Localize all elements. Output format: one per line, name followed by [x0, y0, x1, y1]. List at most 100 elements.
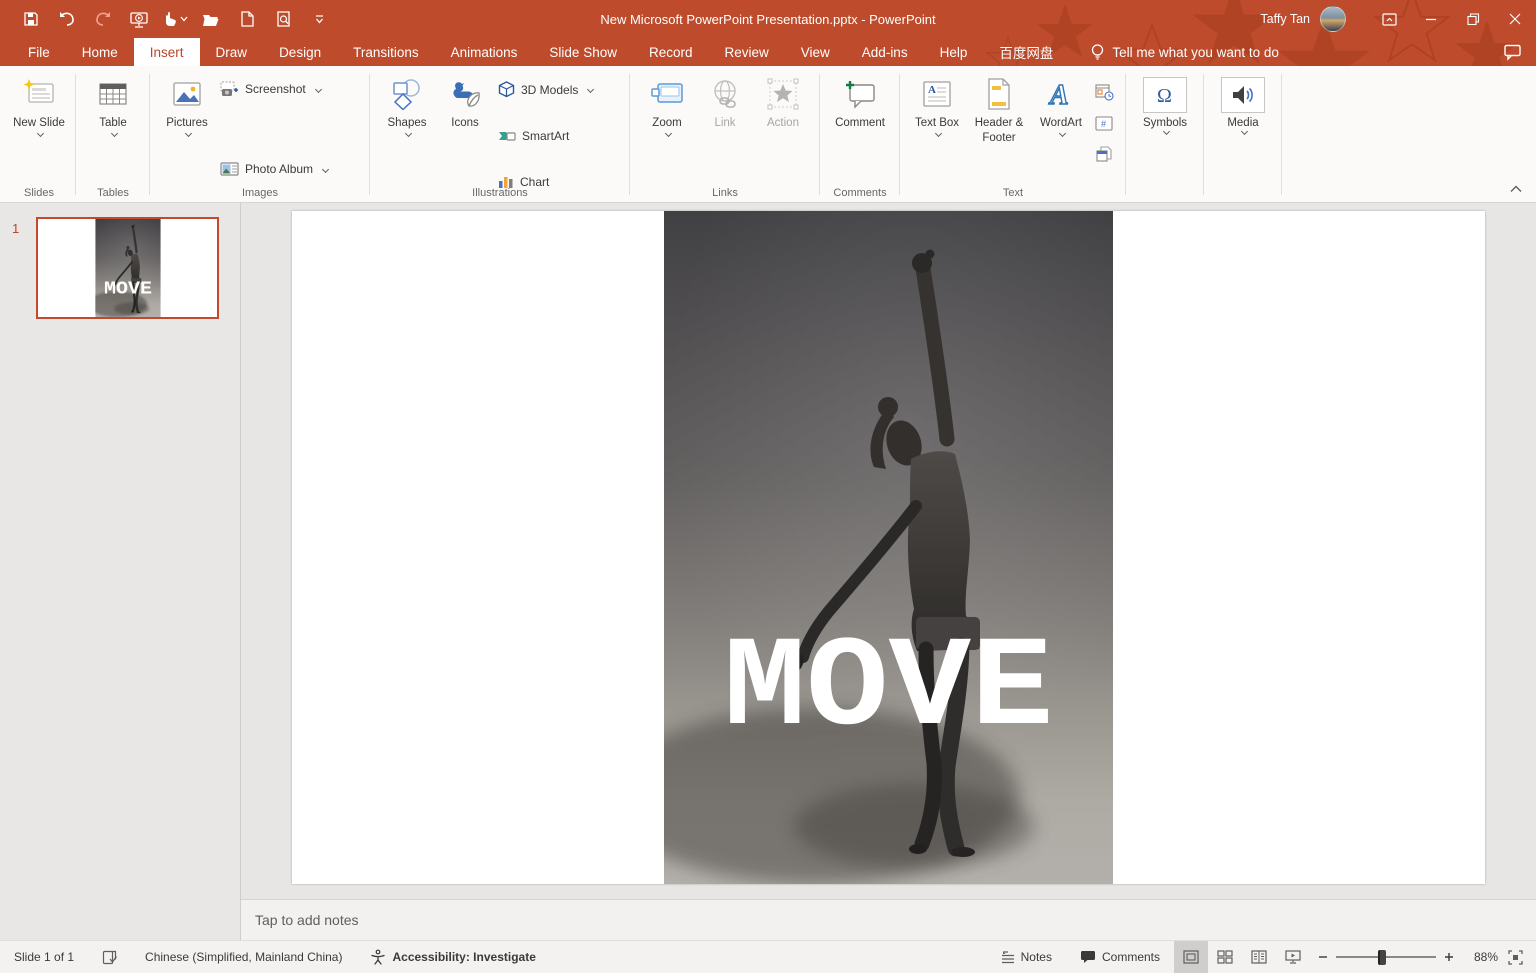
fit-to-window-icon [1507, 949, 1523, 965]
zoom-slider-handle[interactable] [1378, 949, 1386, 965]
svg-text:Ω: Ω [1157, 85, 1172, 107]
photo-album-button[interactable]: Photo Album [220, 161, 358, 177]
tab-transitions[interactable]: Transitions [337, 38, 435, 66]
smartart-label: SmartArt [522, 129, 570, 143]
comments-toggle-button[interactable]: Comments [1066, 941, 1174, 973]
start-slideshow-button[interactable] [122, 4, 156, 34]
comments-icon [1080, 951, 1095, 963]
shapes-button[interactable]: Shapes [378, 73, 436, 137]
minimize-button[interactable] [1410, 0, 1452, 38]
zoom-in-button[interactable] [1444, 952, 1454, 962]
header-footer-button[interactable]: Header & Footer [966, 73, 1032, 146]
table-label: Table [99, 117, 127, 129]
tab-review[interactable]: Review [709, 38, 785, 66]
action-button: Action [754, 73, 812, 131]
undo-button[interactable] [50, 4, 84, 34]
tab-insert[interactable]: Insert [133, 38, 200, 66]
zoom-out-button[interactable] [1318, 952, 1328, 962]
slide-show-button[interactable] [1276, 941, 1310, 973]
user-avatar[interactable] [1320, 6, 1346, 32]
zoom-button[interactable]: Zoom [638, 73, 696, 137]
tell-me-label: Tell me what you want to do [1112, 44, 1279, 60]
customize-quick-access-button[interactable] [302, 4, 336, 34]
date-time-icon [1094, 84, 1114, 101]
group-label-text: Text [1002, 187, 1024, 199]
tab-home[interactable]: Home [66, 38, 134, 66]
new-slide-button[interactable]: New Slide [10, 73, 68, 137]
group-label-images: Images [241, 187, 279, 199]
smartart-button[interactable]: SmartArt [498, 129, 618, 144]
slide-1[interactable] [292, 211, 1485, 884]
restore-button[interactable] [1452, 0, 1494, 38]
collapse-ribbon-button[interactable] [1510, 180, 1522, 198]
wordart-icon: A [1046, 75, 1076, 113]
language-button[interactable]: Chinese (Simplified, Mainland China) [131, 941, 356, 973]
tab-add-ins[interactable]: Add-ins [846, 38, 924, 66]
repeat-button[interactable] [86, 4, 120, 34]
chevron-down-icon [934, 129, 942, 137]
print-preview-button[interactable] [266, 4, 300, 34]
tab-baidu-netdisk[interactable]: 百度网盘 [983, 38, 1069, 66]
slide-thumbnail-1[interactable] [36, 217, 219, 319]
repeat-icon [96, 12, 110, 26]
slide-canvas[interactable] [241, 203, 1536, 899]
open-button[interactable] [194, 4, 228, 34]
spell-check-button[interactable] [88, 941, 131, 973]
notes-placeholder: Tap to add notes [255, 912, 359, 928]
tab-record[interactable]: Record [633, 38, 709, 66]
group-slides: New Slide Slides [2, 66, 76, 202]
new-file-button[interactable] [230, 4, 264, 34]
powerpoint-window: New Microsoft PowerPoint Presentation.pp… [0, 0, 1536, 973]
reading-view-button[interactable] [1242, 941, 1276, 973]
object-icon [1096, 145, 1112, 162]
zoom-percentage[interactable]: 88% [1462, 950, 1498, 964]
3d-models-button[interactable]: 3D Models [498, 81, 618, 98]
screenshot-icon [220, 81, 238, 96]
action-label: Action [767, 117, 799, 129]
text-box-label: Text Box [914, 117, 960, 129]
pictures-button[interactable]: Pictures [158, 73, 216, 137]
save-button[interactable] [14, 4, 48, 34]
symbols-button[interactable]: Ω Symbols [1134, 73, 1196, 136]
accessibility-checker-button[interactable]: Accessibility: Investigate [356, 941, 549, 973]
dancer-photo[interactable] [664, 211, 1113, 884]
text-box-button[interactable]: A Text Box [908, 73, 966, 137]
reading-view-icon [1251, 950, 1267, 964]
wordart-button[interactable]: A WordArt [1032, 73, 1090, 137]
media-button[interactable]: Media [1212, 73, 1274, 136]
zoom-slider[interactable] [1336, 941, 1436, 973]
touch-mouse-mode-button[interactable] [158, 4, 192, 34]
tab-view[interactable]: View [785, 38, 846, 66]
user-name[interactable]: Taffy Tan [1260, 12, 1310, 26]
tab-draw[interactable]: Draw [200, 38, 264, 66]
table-button[interactable]: Table [84, 73, 142, 137]
tab-animations[interactable]: Animations [435, 38, 534, 66]
tab-design[interactable]: Design [263, 38, 337, 66]
group-label-links: Links [712, 187, 738, 199]
comments-panel-icon[interactable] [1502, 44, 1522, 61]
notes-pane[interactable]: Tap to add notes [241, 899, 1536, 940]
tab-help[interactable]: Help [924, 38, 984, 66]
slide-sorter-view-button[interactable] [1208, 941, 1242, 973]
ribbon-display-options-button[interactable] [1368, 0, 1410, 38]
tab-slide-show[interactable]: Slide Show [533, 38, 633, 66]
icons-button[interactable]: Icons [436, 73, 494, 131]
header-footer-icon [986, 75, 1012, 113]
tell-me-box[interactable]: Tell me what you want to do [1091, 38, 1279, 66]
ribbon-insert: New Slide Slides Table Tables Pictures S… [0, 66, 1536, 203]
fit-slide-to-window-button[interactable] [1498, 941, 1532, 973]
tab-file[interactable]: File [12, 38, 66, 66]
group-tables: Table Tables [76, 66, 150, 202]
shapes-label: Shapes [387, 117, 427, 129]
slide-number-button[interactable]: # [1092, 112, 1116, 134]
object-button[interactable] [1092, 143, 1116, 165]
screenshot-button[interactable]: Screenshot [220, 81, 358, 97]
svg-text:A: A [928, 84, 936, 96]
comment-button[interactable]: Comment [828, 73, 892, 131]
notes-toggle-button[interactable]: Notes [987, 941, 1066, 973]
notes-icon [1001, 950, 1014, 963]
new-slide-label: New Slide [13, 117, 65, 129]
date-time-button[interactable] [1092, 81, 1116, 103]
normal-view-button[interactable] [1174, 940, 1208, 973]
close-button[interactable] [1494, 0, 1536, 38]
